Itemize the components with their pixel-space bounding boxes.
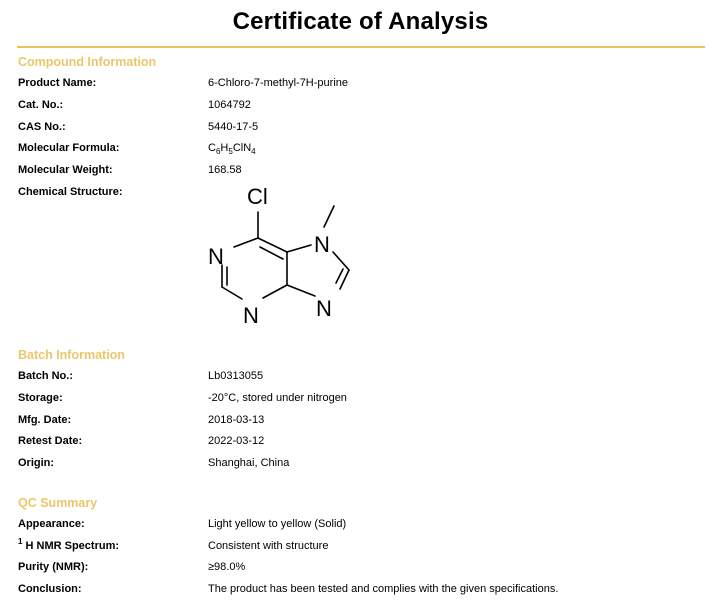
- formula-carbon-count: 6: [215, 147, 221, 156]
- nmr-isotope-superscript: 1: [18, 537, 23, 546]
- molecular-formula-value: C6H5ClN4: [208, 142, 256, 156]
- cas-no-value: 5440-17-5: [208, 121, 259, 133]
- batch-no-label: Batch No.:: [18, 370, 73, 382]
- nmr-spectrum-label: 1 H NMR Spectrum:: [18, 537, 120, 552]
- appearance-label: Appearance:: [18, 518, 85, 530]
- formula-hydrogen-count: 5: [228, 147, 233, 156]
- conclusion-value: The product has been tested and complies…: [208, 583, 559, 595]
- mfg-date-value: 2018-03-13: [208, 414, 265, 426]
- chlorine-atom-label: Cl: [247, 184, 268, 209]
- cas-no-label: CAS No.:: [18, 121, 66, 133]
- formula-nitrogen-count: 4: [251, 147, 256, 156]
- n9-atom-label: N: [316, 296, 332, 321]
- nmr-spectrum-value: Consistent with structure: [208, 540, 329, 552]
- retest-date-value: 2022-03-12: [208, 435, 265, 447]
- mfg-date-label: Mfg. Date:: [18, 414, 72, 426]
- n1-atom-label: N: [208, 244, 224, 269]
- product-name-value: 6-Chloro-7-methyl-7H-purine: [208, 77, 348, 89]
- cat-no-value: 1064792: [208, 99, 251, 111]
- chemical-structure-label: Chemical Structure:: [18, 186, 123, 198]
- purity-value: ≥98.0%: [208, 561, 246, 573]
- conclusion-label: Conclusion:: [18, 583, 82, 595]
- storage-label: Storage:: [18, 392, 63, 404]
- title-divider: [17, 46, 705, 48]
- n7-atom-label: N: [314, 232, 330, 257]
- page-title: Certificate of Analysis: [232, 8, 489, 35]
- purity-label: Purity (NMR):: [18, 561, 89, 573]
- origin-value: Shanghai, China: [208, 457, 290, 469]
- molecular-weight-value: 168.58: [208, 164, 242, 176]
- batch-information-heading: Batch Information: [18, 348, 125, 362]
- chemical-structure-diagram: Cl N N N N: [208, 184, 350, 328]
- retest-date-label: Retest Date:: [18, 435, 83, 447]
- compound-information-heading: Compound Information: [18, 55, 157, 69]
- molecular-formula-label: Molecular Formula:: [18, 142, 120, 154]
- cat-no-label: Cat. No.:: [18, 99, 64, 111]
- appearance-value: Light yellow to yellow (Solid): [208, 518, 347, 530]
- qc-summary-heading: QC Summary: [18, 496, 98, 510]
- n3-atom-label: N: [243, 303, 259, 328]
- structure-bonds: [221, 205, 350, 300]
- nmr-label-text: H NMR Spectrum:: [22, 540, 120, 552]
- batch-no-value: Lb0313055: [208, 370, 264, 382]
- storage-value: -20°C, stored under nitrogen: [208, 392, 347, 404]
- formula-chlorine-nitrogen: ClN: [232, 142, 252, 154]
- product-name-label: Product Name:: [18, 77, 97, 89]
- formula-carbon: C: [208, 142, 216, 154]
- molecular-weight-label: Molecular Weight:: [18, 164, 113, 176]
- origin-label: Origin:: [18, 457, 55, 469]
